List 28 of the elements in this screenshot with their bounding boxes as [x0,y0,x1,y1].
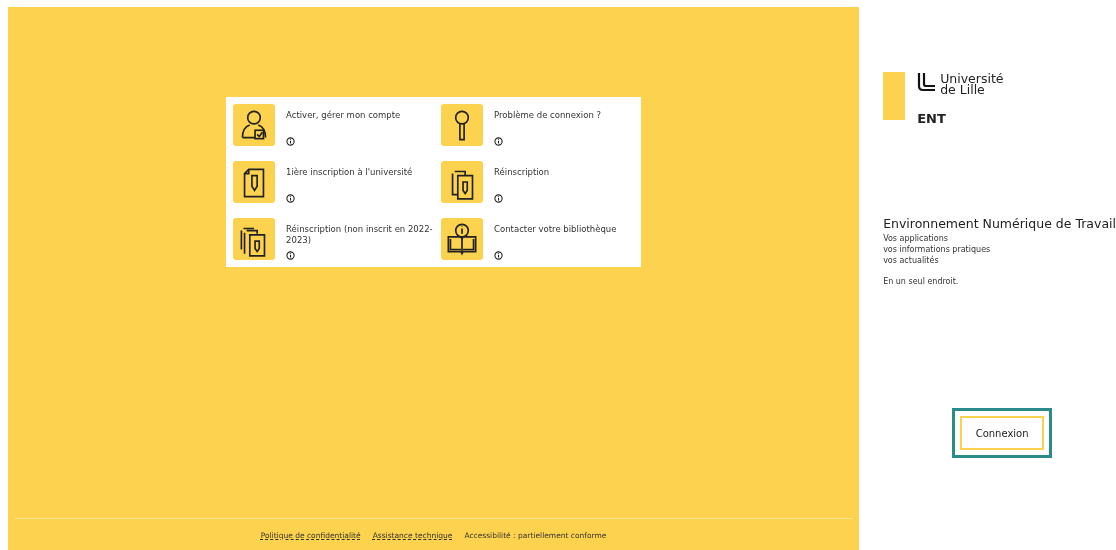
document-icon [233,161,276,203]
service-link[interactable]: Réinscription [494,167,550,178]
book-icon [441,218,484,260]
service-link[interactable]: Activer, gérer mon compte [286,110,401,121]
portal-title: Environnement Numérique de Travail [883,216,1116,231]
stack-icon [233,218,276,260]
tagline: En un seul endroit. [883,277,960,286]
university-name: Université de Lille [940,72,1004,95]
service-link[interactable]: 1ière inscription à l'université [286,167,413,178]
brand-bar [883,72,906,120]
key-icon [441,104,484,146]
logo-icon [917,72,938,92]
app-name: ENT [917,111,947,126]
info-icon[interactable] [494,194,504,203]
person-icon [233,104,276,146]
service-link[interactable]: Problème de connexion ? [494,110,601,121]
feature-text: vos actualités [883,255,940,266]
info-icon[interactable] [286,251,296,260]
info-icon[interactable] [286,194,296,203]
info-icon[interactable] [286,137,296,146]
info-icon[interactable] [494,137,504,146]
service-link[interactable]: Contacter votre bibliothèque [494,224,617,235]
feature-text: vos informations pratiques [883,244,992,255]
documents-icon [441,161,484,203]
info-icon[interactable] [494,251,504,260]
login-button[interactable]: Connexion [960,416,1045,450]
feature-text: Vos applications [883,233,949,244]
service-link[interactable]: Réinscription (non inscrit en 2022-2023) [286,224,437,246]
